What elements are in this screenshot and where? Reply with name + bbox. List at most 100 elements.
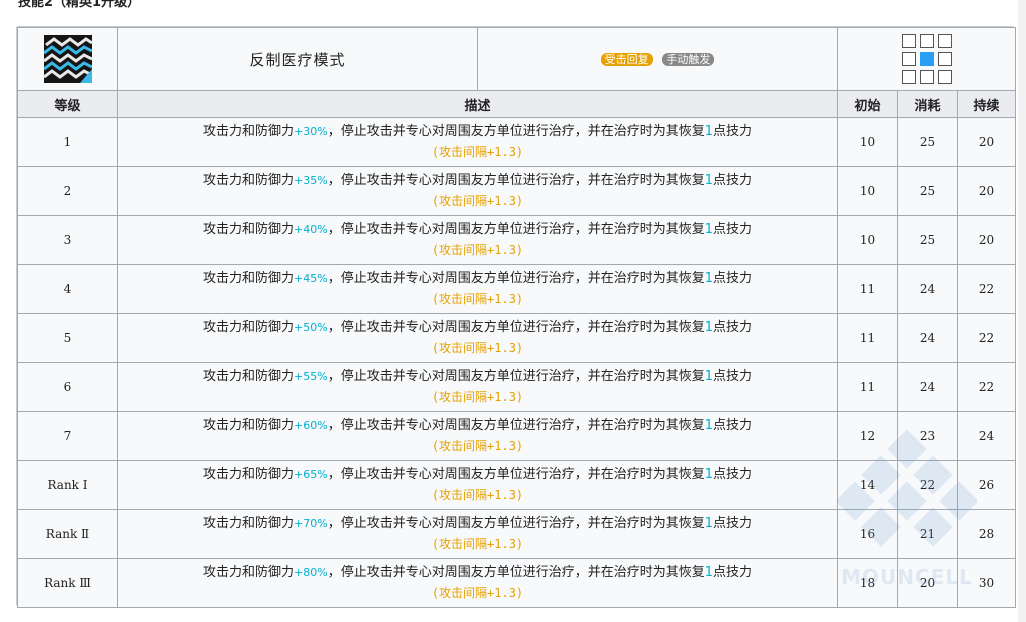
duration-cell: 30 — [957, 558, 1016, 608]
skill-header-row: 反制医疗模式 受击回复 手动触发 — [17, 27, 1016, 91]
duration-cell: 22 — [957, 313, 1016, 363]
table-row: 3 攻击力和防御力+40%，停止攻击并专心对周围友方单位进行治疗，并在治疗时为其恢… — [17, 215, 1016, 265]
description-cell: 攻击力和防御力+65%，停止攻击并专心对周围友方单位进行治疗，并在治疗时为其恢复… — [117, 460, 838, 510]
description-cell: 攻击力和防御力+55%，停止攻击并专心对周围友方单位进行治疗，并在治疗时为其恢复… — [117, 362, 838, 412]
sp-restore-value: 1 — [704, 565, 713, 580]
bonus-percent: +40% — [294, 223, 328, 236]
sp-restore-value: 1 — [704, 320, 713, 335]
range-cell — [937, 34, 952, 48]
table-row: 1 攻击力和防御力+30%，停止攻击并专心对周围友方单位进行治疗，并在治疗时为其恢… — [17, 117, 1016, 167]
description-text: 攻击力和防御力+45%，停止攻击并专心对周围友方单位进行治疗，并在治疗时为其恢复… — [118, 269, 837, 289]
level-cell: Rank Ⅰ — [17, 460, 118, 510]
description-fragment: 点技力 — [712, 222, 752, 237]
table-row: 6 攻击力和防御力+55%，停止攻击并专心对周围友方单位进行治疗，并在治疗时为其恢… — [17, 362, 1016, 412]
description-fragment: ，停止攻击并专心对周围友方单位进行治疗，并在治疗时为其恢复 — [327, 173, 705, 188]
bonus-percent: +50% — [294, 321, 328, 334]
table-row: Rank Ⅱ 攻击力和防御力+70%，停止攻击并专心对周围友方单位进行治疗，并在治… — [17, 509, 1016, 559]
bonus-percent: +35% — [294, 174, 328, 187]
skill-name: 反制医疗模式 — [249, 50, 346, 69]
description-fragment: 攻击力和防御力 — [203, 565, 295, 580]
sp-cost-cell: 24 — [897, 362, 958, 412]
table-row: 4 攻击力和防御力+45%，停止攻击并专心对周围友方单位进行治疗，并在治疗时为其恢… — [17, 264, 1016, 314]
attack-range-grid — [838, 34, 1015, 84]
description-fragment: 攻击力和防御力 — [203, 173, 295, 188]
sp-cost-cell: 23 — [897, 411, 958, 461]
duration-cell: 22 — [957, 264, 1016, 314]
sp-cost-cell: 20 — [897, 558, 958, 608]
level-cell: Rank Ⅱ — [17, 509, 118, 559]
bonus-percent: +65% — [294, 468, 328, 481]
description-fragment: 攻击力和防御力 — [203, 516, 295, 531]
bonus-percent: +30% — [294, 125, 328, 138]
page-scrollbar-edge[interactable] — [1018, 0, 1026, 622]
initial-sp-cell: 11 — [837, 264, 898, 314]
table-row: Rank Ⅰ 攻击力和防御力+65%，停止攻击并专心对周围友方单位进行治疗，并在治… — [17, 460, 1016, 510]
description-fragment: ，停止攻击并专心对周围友方单位进行治疗，并在治疗时为其恢复 — [327, 516, 705, 531]
description-fragment: 点技力 — [712, 271, 752, 286]
sp-restore-value: 1 — [704, 222, 713, 237]
duration-cell: 20 — [957, 166, 1016, 216]
description-text: 攻击力和防御力+70%，停止攻击并专心对周围友方单位进行治疗，并在治疗时为其恢复… — [118, 514, 837, 534]
skill-badges-cell: 受击回复 手动触发 — [477, 27, 838, 91]
range-cell — [837, 27, 1016, 91]
level-cell: 7 — [17, 411, 118, 461]
sp-restore-value: 1 — [704, 271, 713, 286]
duration-cell: 28 — [957, 509, 1016, 559]
initial-sp-cell: 10 — [837, 117, 898, 167]
description-text: 攻击力和防御力+50%，停止攻击并专心对周围友方单位进行治疗，并在治疗时为其恢复… — [118, 318, 837, 338]
description-cell: 攻击力和防御力+40%，停止攻击并专心对周围友方单位进行治疗，并在治疗时为其恢复… — [117, 215, 838, 265]
duration-cell: 24 — [957, 411, 1016, 461]
description-cell: 攻击力和防御力+70%，停止攻击并专心对周围友方单位进行治疗，并在治疗时为其恢复… — [117, 509, 838, 559]
skill-icon — [43, 35, 92, 83]
col-level-header: 等级 — [17, 90, 118, 118]
bonus-percent: +60% — [294, 419, 328, 432]
description-fragment: ，停止攻击并专心对周围友方单位进行治疗，并在治疗时为其恢复 — [327, 271, 705, 286]
initial-sp-cell: 18 — [837, 558, 898, 608]
attack-interval-note: (攻击间隔+1.3) — [431, 145, 524, 159]
attack-interval-note: (攻击间隔+1.3) — [431, 439, 524, 453]
range-cell — [919, 34, 934, 48]
description-fragment: ，停止攻击并专心对周围友方单位进行治疗，并在治疗时为其恢复 — [327, 124, 705, 139]
description-fragment: 攻击力和防御力 — [203, 222, 295, 237]
level-cell: 4 — [17, 264, 118, 314]
sp-cost-cell: 21 — [897, 509, 958, 559]
sp-cost-cell: 25 — [897, 117, 958, 167]
attack-interval-note: (攻击间隔+1.3) — [431, 194, 524, 208]
attack-interval-note: (攻击间隔+1.3) — [431, 537, 524, 551]
range-cell — [919, 70, 934, 84]
description-text: 攻击力和防御力+30%，停止攻击并专心对周围友方单位进行治疗，并在治疗时为其恢复… — [118, 122, 837, 142]
description-fragment: ，停止攻击并专心对周围友方单位进行治疗，并在治疗时为其恢复 — [327, 418, 705, 433]
sp-cost-cell: 25 — [897, 215, 958, 265]
skill-name-cell: 反制医疗模式 — [117, 27, 478, 91]
sp-cost-cell: 22 — [897, 460, 958, 510]
bonus-percent: +45% — [294, 272, 328, 285]
initial-sp-cell: 16 — [837, 509, 898, 559]
description-fragment: 点技力 — [712, 467, 752, 482]
sp-cost-cell: 24 — [897, 264, 958, 314]
sp-restore-value: 1 — [704, 369, 713, 384]
attack-interval-note: (攻击间隔+1.3) — [431, 243, 524, 257]
table-row: 5 攻击力和防御力+50%，停止攻击并专心对周围友方单位进行治疗，并在治疗时为其恢… — [17, 313, 1016, 363]
description-text: 攻击力和防御力+55%，停止攻击并专心对周围友方单位进行治疗，并在治疗时为其恢复… — [118, 367, 837, 387]
range-cell — [937, 70, 952, 84]
description-fragment: 点技力 — [712, 173, 752, 188]
description-cell: 攻击力和防御力+60%，停止攻击并专心对周围友方单位进行治疗，并在治疗时为其恢复… — [117, 411, 838, 461]
sp-type-badge: 受击回复 — [600, 53, 653, 66]
attack-interval-note: (攻击间隔+1.3) — [431, 488, 524, 502]
skill-panel: 反制医疗模式 受击回复 手动触发 等级 描述 初始 消耗 持续 1 攻击力和防御力… — [16, 26, 1016, 608]
initial-sp-cell: 10 — [837, 215, 898, 265]
bonus-percent: +55% — [294, 370, 328, 383]
description-cell: 攻击力和防御力+35%，停止攻击并专心对周围友方单位进行治疗，并在治疗时为其恢复… — [117, 166, 838, 216]
level-cell: 2 — [17, 166, 118, 216]
level-cell: 5 — [17, 313, 118, 363]
description-fragment: 攻击力和防御力 — [203, 271, 295, 286]
attack-interval-note: (攻击间隔+1.3) — [431, 341, 524, 355]
description-fragment: 攻击力和防御力 — [203, 467, 295, 482]
range-cell — [901, 34, 916, 48]
initial-sp-cell: 11 — [837, 362, 898, 412]
description-fragment: 攻击力和防御力 — [203, 369, 295, 384]
range-cell-self — [919, 52, 934, 66]
bonus-percent: +80% — [294, 566, 328, 579]
attack-interval-note: (攻击间隔+1.3) — [431, 390, 524, 404]
table-row: 2 攻击力和防御力+35%，停止攻击并专心对周围友方单位进行治疗，并在治疗时为其恢… — [17, 166, 1016, 216]
